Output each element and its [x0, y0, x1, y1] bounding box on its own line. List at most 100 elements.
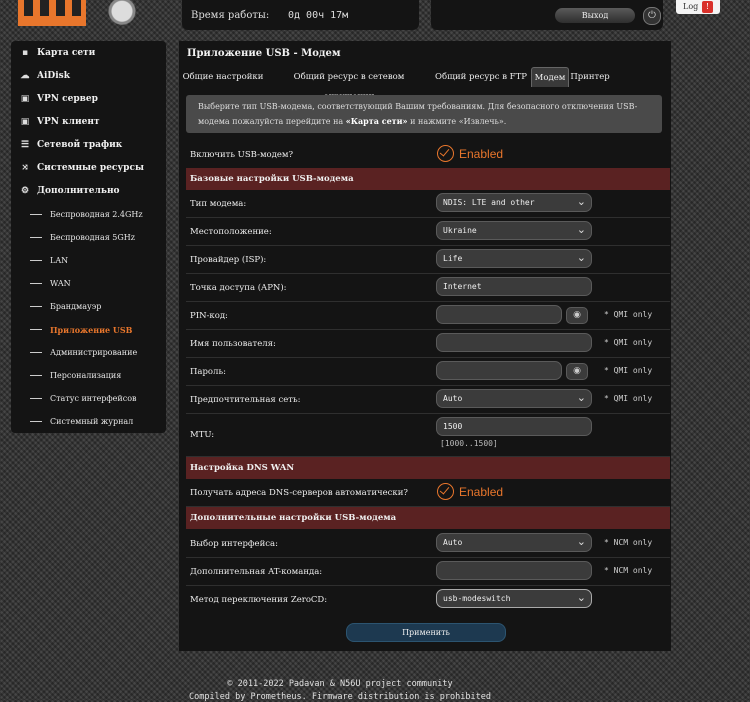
sidebar-subitem-label: LAN — [50, 256, 69, 265]
isp-label: Провайдер (ISP): — [190, 255, 267, 265]
sidebar-item-vpn-client[interactable]: ▣ VPN клиент — [11, 112, 166, 134]
location-select[interactable]: Ukraine ⌄ — [436, 221, 592, 240]
apply-button[interactable]: Применить — [346, 623, 506, 642]
isp-select[interactable]: Life ⌄ — [436, 249, 592, 268]
tab-ftp-share[interactable]: Общий ресурс в FTP — [433, 67, 529, 87]
dash-divider — [30, 421, 42, 422]
zerocd-row: Метод переключения ZeroCD: usb-modeswitc… — [186, 586, 670, 613]
network-map-link[interactable]: «Карта сети» — [346, 116, 408, 126]
gear-icon: ⚙ — [20, 186, 30, 196]
password-label: Пароль: — [190, 367, 226, 377]
logout-button[interactable]: Выход — [555, 8, 635, 23]
chevron-down-icon: ⌄ — [576, 591, 586, 604]
preferred-network-select[interactable]: Auto ⌄ — [436, 389, 592, 408]
mtu-hint: [1000..1500] — [440, 439, 498, 448]
enable-modem-row: Включить USB-модем? Enabled — [186, 141, 670, 169]
sidebar-subitem-label: WAN — [50, 279, 71, 288]
sidebar-subitem-personalization[interactable]: Персонализация — [11, 366, 166, 386]
dash-divider — [30, 214, 42, 215]
footer-copyright: © 2011-2022 Padavan & N56U project commu… — [227, 679, 453, 689]
log-button[interactable]: Log ! — [676, 0, 720, 14]
sidebar-subitem-lan[interactable]: LAN — [11, 251, 166, 271]
sidebar-item-label: AiDisk — [37, 71, 70, 81]
sidebar-item-resources[interactable]: ⤨ Системные ресурсы — [11, 158, 166, 180]
mtu-input[interactable]: 1500 — [436, 417, 592, 436]
dash-divider — [30, 352, 42, 353]
password-row: Пароль: ◉ * QMI only — [186, 358, 670, 386]
dns-auto-label: Получать адреса DNS-серверов автоматичес… — [190, 488, 408, 498]
chevron-down-icon: ⌄ — [576, 223, 586, 236]
show-password-icon[interactable]: ◉ — [566, 307, 588, 324]
dash-divider — [30, 283, 42, 284]
qmi-note: * QMI only — [604, 394, 653, 403]
sidebar-subitem-admin[interactable]: Администрирование — [11, 343, 166, 363]
input-value: Internet — [443, 282, 482, 291]
sidebar-subitem-label: Статус интерфейсов — [50, 394, 137, 403]
sidebar-subitem-wan[interactable]: WAN — [11, 274, 166, 294]
modem-type-select[interactable]: NDIS: LTE and other ⌄ — [436, 193, 592, 212]
sidebar-subitem-firewall[interactable]: Брандмауэр — [11, 297, 166, 317]
dash-divider — [30, 260, 42, 261]
sidebar-subitem-label: Беспроводная 5GHz — [50, 233, 135, 242]
sidebar-subitem-iface-status[interactable]: Статус интерфейсов — [11, 389, 166, 409]
apn-input[interactable]: Internet — [436, 277, 592, 296]
sidebar-item-label: VPN клиент — [37, 117, 100, 127]
enabled-text: Enabled — [459, 485, 504, 499]
account-bar: Выход ⏻ — [431, 0, 663, 30]
interface-select[interactable]: Auto ⌄ — [436, 533, 592, 552]
sidebar-item-traffic[interactable]: ☰ Сетевой трафик — [11, 135, 166, 157]
username-input[interactable] — [436, 333, 592, 352]
preferred-network-label: Предпочтительная сеть: — [190, 395, 301, 405]
sidebar-item-advanced[interactable]: ⚙ Дополнительно — [11, 181, 166, 203]
qmi-note: * QMI only — [604, 338, 653, 347]
sidebar-item-aidisk[interactable]: ☁ AiDisk — [11, 66, 166, 88]
traffic-icon: ☰ — [20, 140, 30, 150]
tab-smb-share[interactable]: Общий ресурс в сетевом окружении — [267, 67, 431, 102]
check-circle-icon — [437, 145, 454, 162]
apn-row: Точка доступа (APN): Internet — [186, 274, 670, 302]
sidebar-subitem-label: Приложение USB — [50, 325, 133, 335]
preferred-network-row: Предпочтительная сеть: Auto ⌄ * QMI only — [186, 386, 670, 414]
sidebar-subitem-label: Брандмауэр — [50, 302, 102, 311]
mtu-row: MTU: 1500 [1000..1500] — [186, 414, 670, 457]
show-password-icon[interactable]: ◉ — [566, 363, 588, 380]
chevron-down-icon: ⌄ — [576, 391, 586, 404]
sidebar-item-vpn-server[interactable]: ▣ VPN сервер — [11, 89, 166, 111]
sidebar-item-network-map[interactable]: ▪ Карта сети — [11, 43, 166, 65]
sidebar-subitem-usb-app[interactable]: Приложение USB — [11, 320, 166, 340]
sidebar-subitem-wireless-24[interactable]: Беспроводная 2.4GHz — [11, 205, 166, 225]
dash-divider — [30, 375, 42, 376]
sidebar-item-label: Карта сети — [37, 48, 96, 58]
dash-divider — [30, 398, 42, 399]
pin-input[interactable] — [436, 305, 562, 324]
chevron-down-icon: ⌄ — [576, 195, 586, 208]
select-value: NDIS: LTE and other — [443, 198, 535, 207]
tab-printer[interactable]: Принтер — [570, 67, 610, 87]
location-label: Местоположение: — [190, 227, 272, 237]
password-input[interactable] — [436, 361, 562, 380]
dash-divider — [30, 329, 42, 330]
select-value: Ukraine — [443, 226, 477, 235]
power-icon[interactable]: ⏻ — [643, 7, 661, 25]
chevron-down-icon: ⌄ — [576, 251, 586, 264]
select-value: usb-modeswitch — [443, 594, 511, 603]
isp-row: Провайдер (ISP): Life ⌄ — [186, 246, 670, 274]
modem-type-label: Тип модема: — [190, 199, 247, 209]
section-dns-header: Настройка DNS WAN — [186, 457, 670, 479]
dns-auto-row: Получать адреса DNS-серверов автоматичес… — [186, 479, 670, 507]
dash-divider — [30, 306, 42, 307]
network-icon: ▪ — [21, 48, 29, 58]
sidebar-subitem-syslog[interactable]: Системный журнал — [11, 412, 166, 432]
enable-modem-label: Включить USB-модем? — [190, 150, 294, 160]
mtu-label: MTU: — [190, 430, 215, 440]
sidebar-item-label: VPN сервер — [37, 94, 98, 104]
at-command-row: Дополнительная AT-команда: * NCM only — [186, 558, 670, 586]
zerocd-select[interactable]: usb-modeswitch ⌄ — [436, 589, 592, 608]
at-command-input[interactable] — [436, 561, 592, 580]
tab-modem[interactable]: Модем — [531, 67, 569, 87]
sidebar-subitem-wireless-5[interactable]: Беспроводная 5GHz — [11, 228, 166, 248]
username-label: Имя пользователя: — [190, 339, 276, 349]
tab-general[interactable]: Общие настройки — [181, 67, 265, 87]
interface-row: Выбор интерфейса: Auto ⌄ * NCM only — [186, 530, 670, 558]
log-badge: ! — [702, 1, 713, 13]
